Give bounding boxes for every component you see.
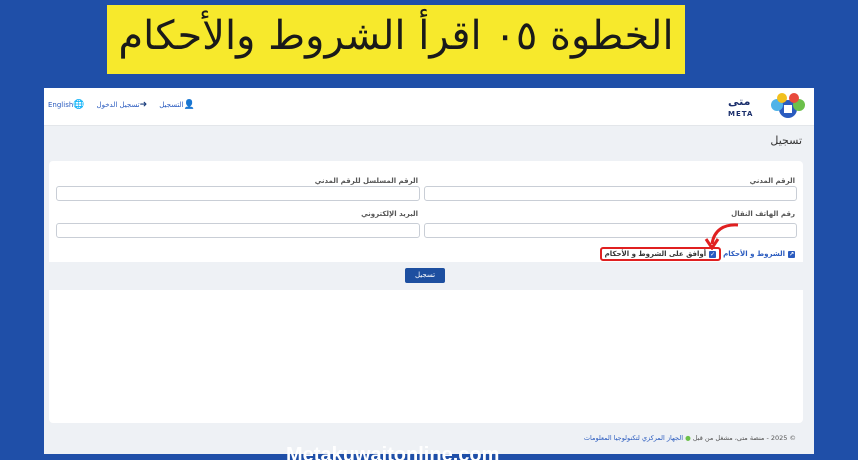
user-plus-icon: 👤 (183, 100, 195, 110)
civil-id-label: الرقم المدني (749, 177, 795, 185)
top-links: English 🌐 تسجيل الدخول ➜ التسجيل 👤 (48, 100, 207, 110)
english-link[interactable]: English 🌐 (48, 100, 87, 110)
agree-terms-highlight: ✓ أوافق على الشروط و الأحكام (599, 247, 722, 261)
submit-bar: تسجيل (49, 262, 803, 290)
submit-button[interactable]: تسجيل (405, 268, 445, 283)
mobile-label: رقم الهاتف النقال (731, 210, 795, 218)
civil-id-input[interactable] (424, 186, 797, 201)
email-input[interactable] (56, 223, 420, 238)
serial-label: الرقم المسلسل للرقم المدني (314, 177, 418, 185)
serial-input[interactable] (56, 186, 420, 201)
step-banner: الخطوة ٠٥ اقرأ الشروط والأحكام (107, 5, 685, 74)
pointer-arrow-icon (704, 223, 739, 250)
top-navbar: English 🌐 تسجيل الدخول ➜ التسجيل 👤 متى M… (44, 88, 814, 126)
watermark: Metakuwaitonline.com (286, 444, 500, 460)
mobile-input[interactable] (424, 223, 797, 238)
logo-emblem-icon (771, 93, 805, 118)
footer: © 2025 - منصة متى، مشغل من قبل ● الجهاز … (584, 434, 796, 442)
registration-page: English 🌐 تسجيل الدخول ➜ التسجيل 👤 متى M… (44, 88, 814, 454)
page-title: تسجيل (770, 134, 802, 147)
footer-text: © 2025 - منصة متى، مشغل من قبل (692, 434, 796, 442)
terms-link[interactable]: الشروط و الأحكام (723, 250, 785, 258)
globe-icon: 🌐 (73, 100, 85, 110)
login-link[interactable]: تسجيل الدخول ➜ (97, 100, 150, 110)
step-banner-text: الخطوة ٠٥ اقرأ الشروط والأحكام (118, 13, 674, 59)
sign-in-icon: ➜ (139, 100, 148, 110)
agree-label: أوافق على الشروط و الأحكام (604, 250, 707, 258)
registration-form: الرقم المدني الرقم المسلسل للرقم المدني … (49, 161, 803, 423)
agree-checkbox[interactable]: ✓ (709, 250, 717, 258)
content-area: تسجيل الرقم المدني الرقم المسلسل للرقم ا… (44, 126, 814, 454)
meta-logo[interactable]: متى META (728, 93, 808, 121)
email-label: البريد الإلكتروني (361, 210, 418, 218)
register-link[interactable]: التسجيل 👤 (159, 100, 197, 110)
terms-row: ↗ الشروط و الأحكام ✓ أوافق على الشروط و … (599, 247, 795, 261)
org-logo-icon: ● (685, 434, 691, 442)
footer-org-link[interactable]: الجهاز المركزي لتكنولوجيا المعلومات (584, 434, 683, 442)
terms-icon: ↗ (788, 250, 795, 258)
